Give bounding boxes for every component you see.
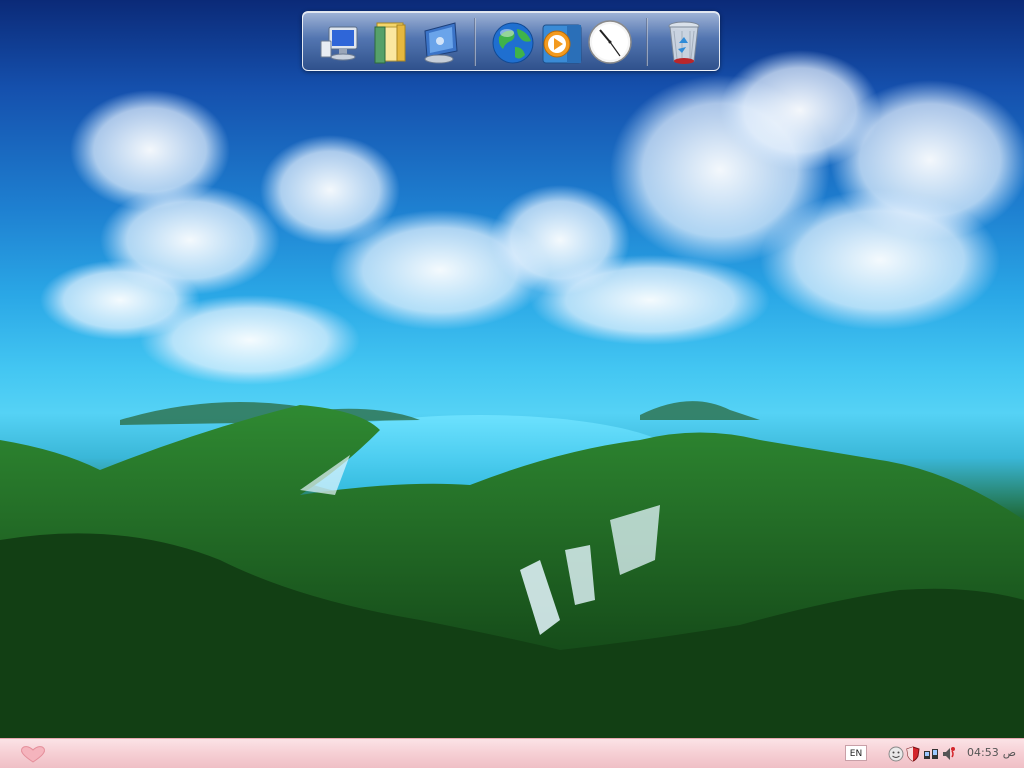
recycle-bin-icon (668, 21, 700, 64)
dock-item-documents[interactable] (367, 17, 415, 67)
dock-item-my-computer[interactable] (317, 17, 365, 67)
media-player-icon (542, 24, 582, 64)
my-computer-icon (320, 26, 358, 61)
control-panel-icon (424, 22, 458, 64)
taskbar-clock[interactable]: 04:53 ص (963, 746, 1016, 759)
documents-folder-icon (374, 22, 406, 64)
taskbar: EN 04:53 ص (0, 738, 1024, 768)
wallpaper (0, 50, 1024, 738)
network-icon (924, 749, 938, 759)
clock-ampm: ص (1002, 746, 1017, 759)
tray-icon-smiley[interactable] (888, 746, 904, 762)
dock-item-internet[interactable] (489, 17, 537, 67)
smiley-icon (888, 746, 904, 762)
dock-item-clock[interactable] (586, 17, 634, 67)
clock-icon (588, 20, 632, 64)
dock-item-control-panel[interactable] (415, 17, 463, 67)
clock-time: 04:53 (967, 746, 999, 759)
dock-separator (474, 18, 476, 66)
dock-item-recycle-bin[interactable] (660, 17, 708, 67)
tray-icon-volume[interactable] (940, 746, 956, 762)
start-button[interactable] (18, 745, 48, 763)
heart-start-icon (21, 746, 45, 763)
dock-item-media-player[interactable] (537, 17, 585, 67)
security-shield-icon (906, 746, 920, 762)
language-indicator[interactable]: EN (845, 745, 867, 761)
dock (302, 11, 720, 71)
desktop[interactable] (0, 0, 1024, 738)
tray-icon-security[interactable] (905, 746, 921, 762)
speaker-icon (943, 747, 955, 760)
tray-icon-network[interactable] (923, 746, 939, 762)
dock-separator (646, 18, 648, 66)
internet-globe-icon (492, 22, 534, 64)
